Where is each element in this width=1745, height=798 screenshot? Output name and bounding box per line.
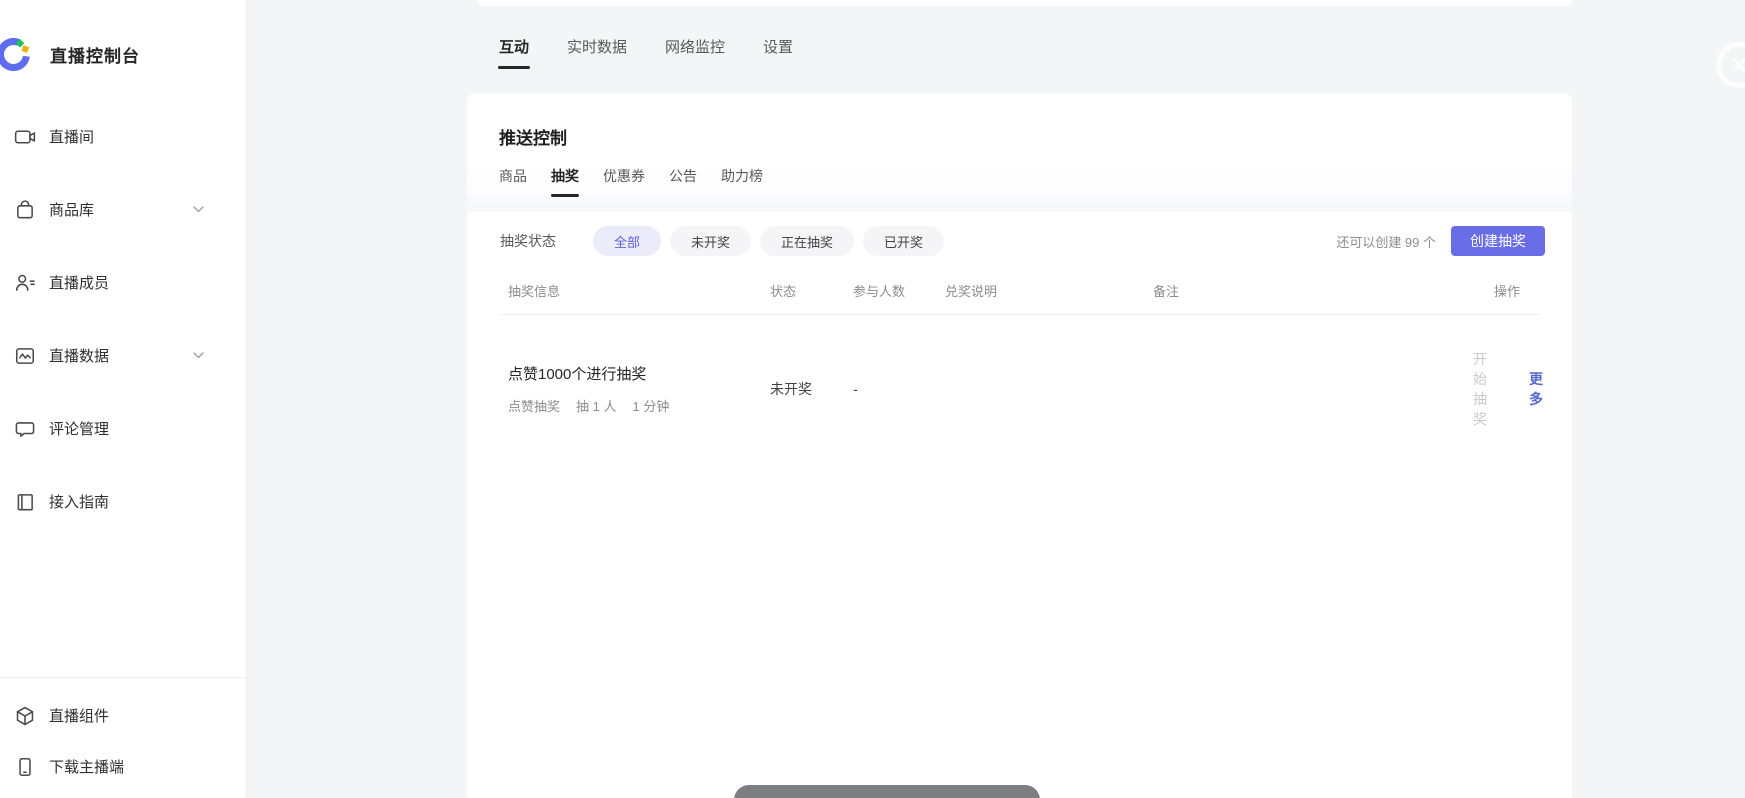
tab-interaction[interactable]: 互动 <box>499 36 529 69</box>
sidebar-item-comment-management[interactable]: 评论管理 <box>0 392 246 465</box>
data-chart-icon <box>14 345 36 367</box>
start-lottery-link[interactable]: 开始抽奖 <box>1473 349 1487 429</box>
app-logo-icon <box>0 32 38 76</box>
panel-title: 推送控制 <box>467 93 1572 149</box>
more-link[interactable]: 更多 <box>1529 369 1543 409</box>
push-control-subtabs: 商品 抽奖 优惠券 公告 助力榜 <box>467 164 1572 212</box>
shopping-bag-icon <box>14 199 36 221</box>
sidebar: 直播控制台 直播间 商品库 <box>0 0 247 798</box>
phone-icon <box>14 756 36 778</box>
pill-drawn[interactable]: 已开奖 <box>863 226 944 256</box>
sidebar-menu: 直播间 商品库 直播成员 直播数据 <box>0 100 246 538</box>
video-camera-icon <box>14 126 36 148</box>
column-header: 抽奖信息 <box>508 281 770 300</box>
lottery-title: 点赞1000个进行抽奖 <box>508 363 770 384</box>
subtab-boost-ranking[interactable]: 助力榜 <box>721 166 763 196</box>
sidebar-item-live-components[interactable]: 直播组件 <box>0 690 246 741</box>
lottery-winner-count: 抽 1 人 <box>576 396 616 415</box>
lottery-table: 抽奖信息 状态 参与人数 兑奖说明 备注 操作 点赞1000个进行抽奖 点赞抽奖… <box>499 281 1540 459</box>
members-icon <box>14 272 36 294</box>
main-content: 互动 实时数据 网络监控 设置 推送控制 商品 抽奖 优惠券 公告 助力榜 抽奖… <box>247 0 1745 798</box>
pill-drawing[interactable]: 正在抽奖 <box>760 226 854 256</box>
sidebar-item-label: 下载主播端 <box>49 756 124 777</box>
sidebar-item-live-room[interactable]: 直播间 <box>0 100 246 173</box>
chevron-down-icon <box>193 352 204 359</box>
column-header: 状态 <box>770 281 853 300</box>
sidebar-bottom-menu: 直播组件 下载主播端 <box>0 690 246 792</box>
lottery-meta: 点赞抽奖 抽 1 人 1 分钟 <box>508 396 770 415</box>
sidebar-item-label: 直播成员 <box>49 272 109 293</box>
sidebar-item-label: 直播数据 <box>49 345 109 366</box>
sidebar-item-product-library[interactable]: 商品库 <box>0 173 246 246</box>
pill-all[interactable]: 全部 <box>593 226 661 256</box>
tab-realtime-data[interactable]: 实时数据 <box>567 36 627 69</box>
app-root: 直播控制台 直播间 商品库 <box>0 0 1745 798</box>
sidebar-item-label: 直播间 <box>49 126 94 147</box>
sidebar-item-label: 商品库 <box>49 199 94 220</box>
comment-icon <box>14 418 36 440</box>
status-cell: 未开奖 <box>770 379 853 399</box>
quota-remaining-text: 还可以创建 99 个 <box>1336 232 1436 251</box>
column-header: 备注 <box>1153 281 1473 300</box>
table-row: 点赞1000个进行抽奖 点赞抽奖 抽 1 人 1 分钟 未开奖 - 开始抽奖 更… <box>499 315 1540 459</box>
sidebar-item-label: 直播组件 <box>49 705 109 726</box>
subtab-lottery[interactable]: 抽奖 <box>551 166 579 196</box>
tab-settings[interactable]: 设置 <box>763 36 793 69</box>
sidebar-item-access-guide[interactable]: 接入指南 <box>0 465 246 538</box>
guide-book-icon <box>14 491 36 513</box>
cube-icon <box>14 705 36 727</box>
tab-network-monitor[interactable]: 网络监控 <box>665 36 725 69</box>
push-control-panel: 推送控制 商品 抽奖 优惠券 公告 助力榜 抽奖状态 全部 未开奖 正在抽奖 已… <box>467 93 1572 798</box>
sidebar-item-label: 评论管理 <box>49 418 109 439</box>
sidebar-divider <box>0 677 246 678</box>
pill-not-drawn[interactable]: 未开奖 <box>670 226 751 256</box>
floating-close-button[interactable] <box>1716 42 1745 88</box>
lottery-duration: 1 分钟 <box>632 396 669 415</box>
table-header-row: 抽奖信息 状态 参与人数 兑奖说明 备注 操作 <box>499 281 1540 315</box>
sidebar-item-live-data[interactable]: 直播数据 <box>0 319 246 392</box>
sidebar-item-download-streamer-app[interactable]: 下载主播端 <box>0 741 246 792</box>
app-logo: 直播控制台 <box>0 0 246 77</box>
app-title: 直播控制台 <box>50 42 140 67</box>
lottery-type: 点赞抽奖 <box>508 396 560 415</box>
sidebar-item-live-members[interactable]: 直播成员 <box>0 246 246 319</box>
actions-cell: 开始抽奖 更多 <box>1473 349 1563 429</box>
chevron-down-icon <box>193 206 204 213</box>
create-lottery-button[interactable]: 创建抽奖 <box>1451 226 1545 256</box>
column-header: 参与人数 <box>853 281 945 300</box>
subtab-products[interactable]: 商品 <box>499 166 527 196</box>
main-tab-bar: 互动 实时数据 网络监控 设置 <box>499 36 793 69</box>
sidebar-item-label: 接入指南 <box>49 491 109 512</box>
column-header: 操作 <box>1473 281 1540 300</box>
participants-cell: - <box>853 381 945 397</box>
lottery-filter-row: 抽奖状态 全部 未开奖 正在抽奖 已开奖 还可以创建 99 个 创建抽奖 <box>467 226 1572 256</box>
filter-label: 抽奖状态 <box>500 231 556 251</box>
subtab-announcement[interactable]: 公告 <box>669 166 697 196</box>
bottom-toast-bar[interactable] <box>734 785 1040 798</box>
column-header: 兑奖说明 <box>945 281 1153 300</box>
close-icon <box>1730 56 1745 74</box>
scrolled-card-edge <box>477 0 1572 6</box>
status-filter-pills: 全部 未开奖 正在抽奖 已开奖 <box>593 226 944 256</box>
lottery-info-cell: 点赞1000个进行抽奖 点赞抽奖 抽 1 人 1 分钟 <box>508 363 770 415</box>
subtab-coupons[interactable]: 优惠券 <box>603 166 645 196</box>
